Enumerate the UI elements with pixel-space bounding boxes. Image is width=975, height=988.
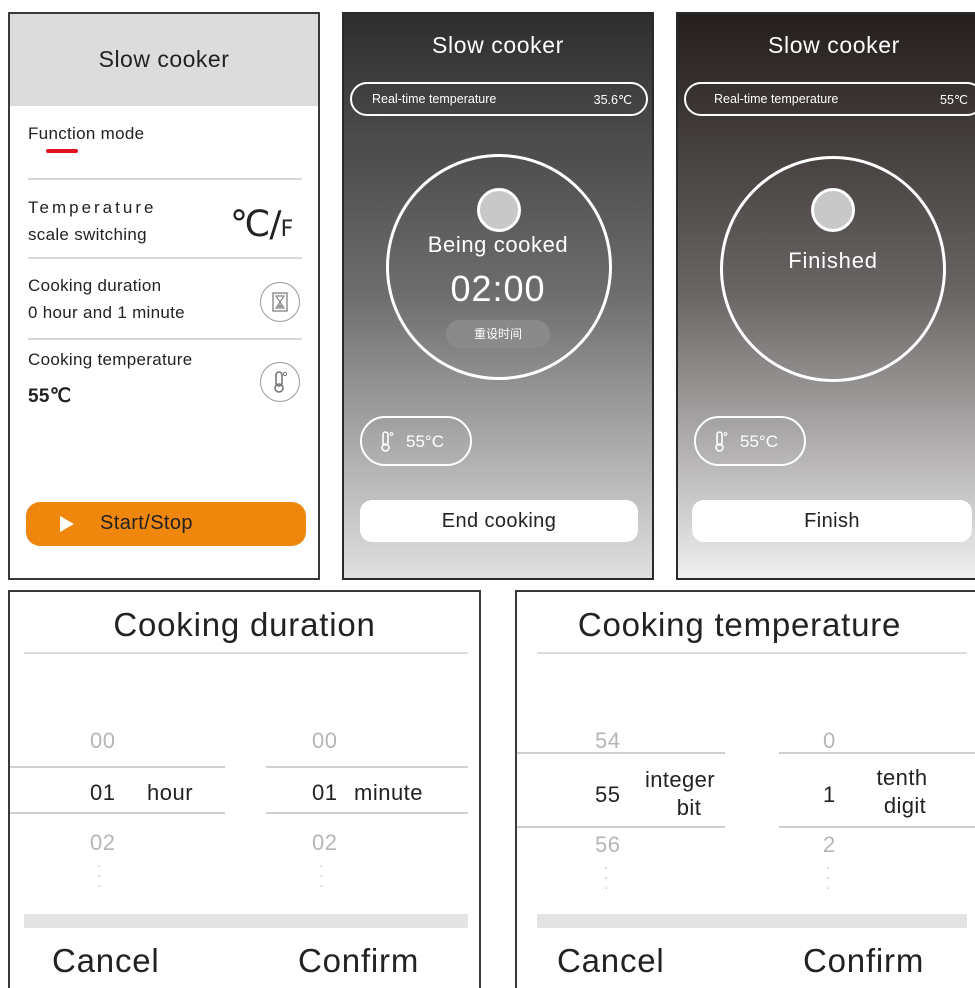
status-indicator-dot: [811, 188, 855, 232]
divider: [28, 338, 302, 340]
cooking-duration-value: 0 hour and 1 minute: [28, 303, 185, 322]
temp-scale-line1: Temperature: [28, 198, 157, 217]
screen-title: Slow cooker: [98, 46, 230, 72]
cooking-duration-dialog: Cooking duration 00 01 hour 02 · · · 00 01…: [8, 590, 481, 988]
wheel-line: [10, 766, 225, 768]
divider: [28, 257, 302, 259]
more-indicator: · · ·: [604, 859, 609, 895]
wheel-line: [517, 826, 725, 828]
hour-unit-label: hour: [147, 780, 194, 805]
wheel-line: [779, 752, 975, 754]
dialog-title: Cooking duration: [113, 606, 376, 643]
screen-title: Slow cooker: [432, 32, 564, 58]
status-indicator-dot: [477, 188, 521, 232]
thermometer-icon[interactable]: [260, 362, 300, 402]
more-indicator: · · ·: [319, 857, 324, 893]
start-stop-label: Start/Stop: [100, 512, 193, 534]
cancel-button[interactable]: Cancel: [557, 942, 665, 980]
temperature-setting-value: 55°C: [740, 432, 778, 451]
confirm-button[interactable]: Confirm: [298, 942, 419, 980]
screen-header: Slow cooker: [10, 14, 318, 106]
play-icon: [60, 516, 74, 532]
cooking-temperature-value: 55℃: [28, 386, 72, 407]
finished-screen: Slow cooker Real-time temperature 55℃ Fi…: [676, 12, 975, 580]
realtime-temperature-label: Real-time temperature: [714, 92, 839, 106]
cooking-status: Being cooked: [427, 232, 569, 257]
more-indicator: · · ·: [97, 857, 102, 893]
divider: [28, 178, 302, 180]
fahrenheit-symbol: F: [280, 217, 294, 242]
minute-unit-label: minute: [354, 780, 424, 805]
divider: [24, 652, 468, 654]
tenth-option-below[interactable]: 2: [823, 832, 836, 858]
tenth-selected[interactable]: 1: [823, 782, 836, 808]
temperature-setting-value: 55°C: [406, 432, 444, 451]
realtime-temperature-value: 55℃: [940, 93, 968, 107]
thermometer-icon: [381, 431, 394, 452]
tenth-unit-label: tenth digit: [857, 764, 947, 820]
minute-selected[interactable]: 01: [312, 780, 337, 806]
cooking-temperature-dialog: Cooking temperature 54 55 integer bit 56…: [515, 590, 975, 988]
function-mode-label[interactable]: Function mode: [28, 124, 144, 144]
dialog-footer-bar: [24, 914, 468, 928]
countdown-timer: 02:00: [450, 268, 546, 309]
reset-time-button[interactable]: 重设时间: [446, 320, 550, 348]
function-screen: Slow cooker Function mode Temperature sc…: [8, 12, 320, 580]
finish-button[interactable]: Finish: [692, 500, 972, 542]
celsius-symbol: ℃/: [230, 204, 282, 245]
temp-scale-toggle[interactable]: ℃/F: [230, 204, 294, 245]
dialog-footer-bar: [537, 914, 967, 928]
cooking-status: Finished: [788, 248, 878, 273]
hour-selected[interactable]: 01: [90, 780, 115, 806]
more-indicator: · · ·: [826, 859, 831, 895]
tenth-option-above[interactable]: 0: [823, 728, 836, 754]
minute-option-below[interactable]: 02: [312, 830, 337, 856]
hour-option-above[interactable]: 00: [90, 728, 115, 754]
realtime-temperature-value: 35.6℃: [593, 93, 632, 107]
hour-option-below[interactable]: 02: [90, 830, 115, 856]
temperature-setting-pill[interactable]: 55°C: [360, 416, 472, 466]
integer-selected[interactable]: 55: [595, 782, 620, 808]
start-stop-button[interactable]: Start/Stop: [26, 502, 306, 546]
screen-title: Slow cooker: [768, 32, 900, 58]
temp-scale-line2: scale switching: [28, 225, 147, 244]
confirm-button[interactable]: Confirm: [803, 942, 924, 980]
wheel-line: [266, 812, 468, 814]
tenth-unit-line1: tenth: [876, 765, 928, 790]
realtime-temperature-label: Real-time temperature: [372, 92, 497, 106]
integer-unit-line1: integer: [644, 767, 716, 792]
wheel-line: [517, 752, 725, 754]
wheel-line: [266, 766, 468, 768]
integer-option-above[interactable]: 54: [595, 728, 620, 754]
integer-unit-label: integer bit: [639, 766, 721, 822]
minute-option-above[interactable]: 00: [312, 728, 337, 754]
integer-unit-line2: bit: [676, 795, 702, 820]
cooking-duration-label: Cooking duration: [28, 276, 162, 295]
hourglass-icon[interactable]: [260, 282, 300, 322]
dialog-title: Cooking temperature: [577, 606, 902, 643]
cooking-temperature-label: Cooking temperature: [28, 350, 193, 369]
wheel-line: [10, 812, 225, 814]
tab-indicator: [46, 149, 78, 153]
cancel-button[interactable]: Cancel: [52, 942, 160, 980]
temperature-setting-pill[interactable]: 55°C: [694, 416, 806, 466]
realtime-temperature-pill: Real-time temperature 35.6℃: [350, 82, 648, 116]
realtime-temperature-pill: Real-time temperature 55℃: [684, 82, 975, 116]
thermometer-icon: [715, 431, 728, 452]
divider: [537, 652, 967, 654]
tenth-unit-line2: digit: [883, 793, 927, 818]
cooking-screen: Slow cooker Real-time temperature 35.6℃ …: [342, 12, 654, 580]
end-cooking-button[interactable]: End cooking: [360, 500, 638, 542]
wheel-line: [779, 826, 975, 828]
integer-option-below[interactable]: 56: [595, 832, 620, 858]
